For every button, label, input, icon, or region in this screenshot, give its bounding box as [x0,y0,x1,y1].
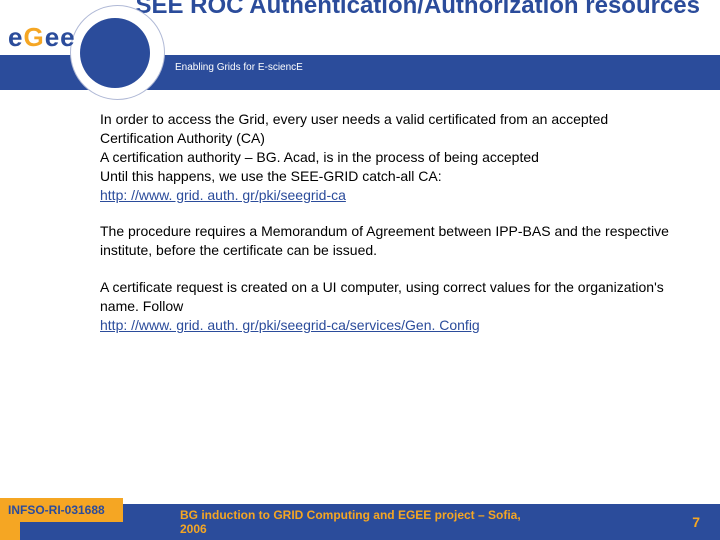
paragraph: A certificate request is created on a UI… [100,278,670,335]
logo-letter: G [23,22,44,52]
egee-logo: eGee [8,22,76,53]
footer-project-id: INFSO-RI-031688 [0,498,123,522]
page-number: 7 [692,514,700,530]
logo-letter: e [45,22,60,52]
tagline: Enabling Grids for E-sciencE [175,62,303,73]
slide-content: In order to access the Grid, every user … [100,110,670,353]
paragraph: The procedure requires a Memorandum of A… [100,222,670,260]
slide-header: eGee Enabling Grids for E-sciencE SEE RO… [0,0,720,90]
link-seegrid-ca[interactable]: http: //www. grid. auth. gr/pki/seegrid-… [100,187,346,203]
text: A certificate request is created on a UI… [100,279,664,314]
footer-caption: BG induction to GRID Computing and EGEE … [180,508,540,536]
paragraph: In order to access the Grid, every user … [100,110,670,204]
link-genconfig[interactable]: http: //www. grid. auth. gr/pki/seegrid-… [100,317,480,333]
logo-letter: e [60,22,75,52]
slide-title: SEE ROC Authentication/Authorization res… [135,0,700,21]
logo-letter: e [8,22,23,52]
logo-circle-inner [80,18,150,88]
text: In order to access the Grid, every user … [100,111,608,184]
